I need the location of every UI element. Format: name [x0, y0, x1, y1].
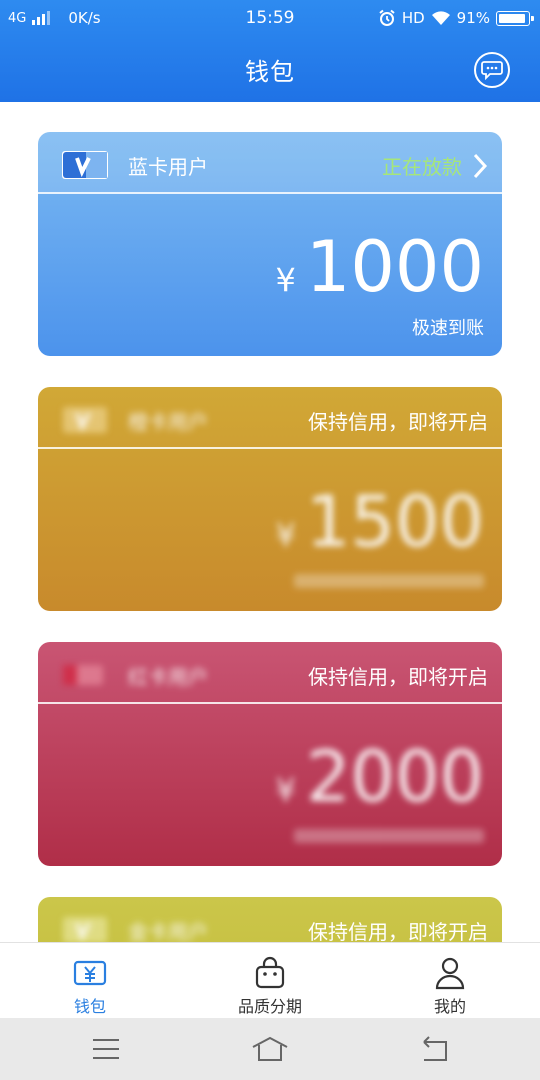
user-icon	[435, 957, 465, 990]
tab-label: 钱包	[73, 997, 106, 1016]
tab-label: 品质分期	[237, 997, 302, 1016]
card-subtitle: 极速到账	[412, 318, 484, 339]
currency-symbol: ¥	[275, 771, 296, 809]
battery-percent: 91%	[456, 9, 490, 27]
tab-installments[interactable]: 品质分期	[180, 943, 360, 1019]
tab-profile[interactable]: 我的	[360, 943, 540, 1019]
page-title: 钱包	[245, 58, 295, 86]
card-name: 红卡用户	[128, 665, 208, 689]
card-divider	[38, 192, 502, 194]
card-status: 保持信用，即将开启	[308, 410, 488, 434]
blue-card[interactable]: 蓝卡用户 正在放款 ¥ 1000 极速到账	[38, 132, 502, 356]
card-subtitle-blurred	[294, 574, 484, 588]
card-amount: ¥ 1000	[275, 232, 484, 302]
tab-label: 我的	[433, 997, 466, 1016]
card-logo-icon	[62, 916, 108, 944]
battery-icon	[496, 10, 534, 26]
card-status[interactable]: 正在放款	[382, 151, 488, 180]
card-amount: ¥ 1500	[275, 487, 484, 557]
card-name: 金卡用户	[128, 920, 208, 944]
card-status: 保持信用，即将开启	[308, 920, 488, 944]
hd-indicator: HD	[401, 9, 425, 27]
amount-value: 2000	[305, 736, 484, 818]
card-subtitle-blurred	[294, 829, 484, 843]
card-logo-icon	[62, 406, 108, 434]
card-name: 橙卡用户	[128, 410, 208, 434]
amount-value: 1000	[305, 226, 484, 308]
card-name: 蓝卡用户	[128, 155, 208, 179]
status-right: HD 91%	[378, 9, 534, 27]
currency-symbol: ¥	[275, 261, 296, 299]
card-status-label: 正在放款	[382, 155, 462, 179]
tab-wallet[interactable]: 钱包	[0, 943, 180, 1019]
system-nav-bar	[0, 1018, 540, 1080]
bottom-tab-bar: 钱包 品质分期 我的	[0, 942, 540, 1018]
currency-symbol: ¥	[275, 516, 296, 554]
card-logo-icon	[62, 661, 108, 689]
wallet-screen: 4G 0K/s 15:59 HD 91% 钱包 蓝卡用户 正在放款 ¥ 1000…	[0, 0, 540, 1080]
red-card[interactable]: 红卡用户 保持信用，即将开启 ¥ 2000	[38, 642, 502, 866]
alarm-icon	[379, 9, 395, 26]
message-button[interactable]	[474, 52, 510, 88]
card-logo-icon	[62, 151, 108, 179]
card-divider	[38, 702, 502, 704]
gold-card[interactable]: 橙卡用户 保持信用，即将开启 ¥ 1500	[38, 387, 502, 611]
wallet-icon	[73, 960, 107, 986]
menu-icon[interactable]	[86, 1034, 126, 1064]
wifi-icon	[431, 11, 450, 25]
card-status: 保持信用，即将开启	[308, 665, 488, 689]
shopping-bag-icon	[255, 956, 285, 989]
home-icon[interactable]	[250, 1034, 290, 1064]
back-icon[interactable]	[414, 1034, 454, 1064]
chevron-right-icon	[473, 153, 488, 178]
status-bar: 4G 0K/s 15:59 HD 91%	[0, 0, 540, 38]
amount-value: 1500	[305, 481, 484, 563]
card-divider	[38, 447, 502, 449]
app-header: 4G 0K/s 15:59 HD 91% 钱包	[0, 0, 540, 102]
card-amount: ¥ 2000	[275, 742, 484, 812]
chat-bubble-icon	[481, 61, 503, 80]
